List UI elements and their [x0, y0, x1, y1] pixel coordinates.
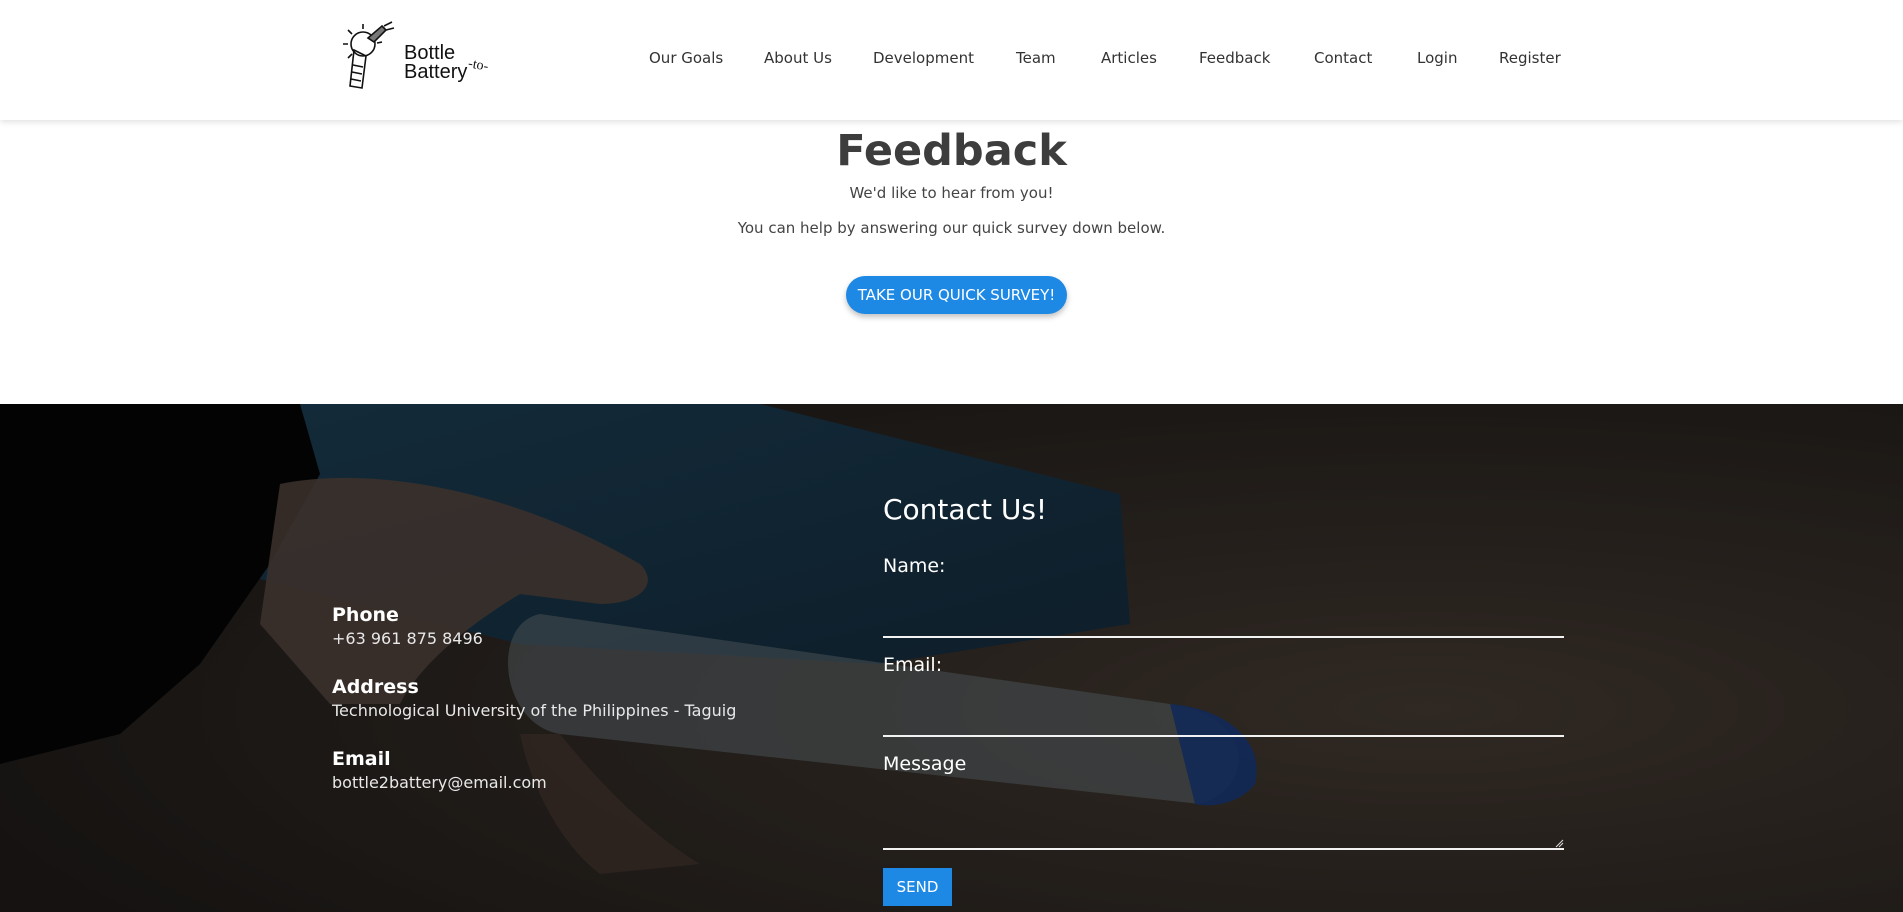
message-textarea[interactable] — [883, 772, 1564, 850]
resize-handle-icon[interactable] — [1554, 838, 1564, 848]
nav-development[interactable]: Development — [873, 49, 974, 67]
send-button[interactable]: SEND — [883, 868, 952, 906]
site-header: Bottle Battery -to- Our Goals About Us D… — [0, 0, 1903, 120]
page-title: Feedback — [836, 126, 1067, 176]
name-input[interactable] — [883, 600, 1564, 638]
name-label: Name: — [883, 555, 946, 577]
feedback-subtitle: We'd like to hear from you! — [849, 184, 1054, 202]
nav-register[interactable]: Register — [1499, 49, 1561, 67]
email-input[interactable] — [883, 699, 1564, 737]
email-info-value: bottle2battery@email.com — [332, 773, 547, 792]
nav-login[interactable]: Login — [1417, 49, 1457, 67]
nav-contact[interactable]: Contact — [1314, 49, 1372, 67]
email-label: Email: — [883, 654, 943, 676]
email-info-label: Email — [332, 748, 391, 770]
phone-value: +63 961 875 8496 — [332, 629, 483, 648]
nav-our-goals[interactable]: Our Goals — [649, 49, 723, 67]
address-label: Address — [332, 676, 419, 698]
contact-footer: Phone +63 961 875 8496 Address Technolog… — [0, 404, 1903, 912]
main-nav: Our Goals About Us Development Team Arti… — [0, 49, 1903, 69]
take-survey-button[interactable]: TAKE OUR QUICK SURVEY! — [846, 276, 1067, 314]
feedback-help-text: You can help by answering our quick surv… — [737, 219, 1166, 237]
address-value: Technological University of the Philippi… — [332, 701, 737, 720]
nav-team[interactable]: Team — [1016, 49, 1056, 67]
nav-feedback[interactable]: Feedback — [1199, 49, 1270, 67]
nav-about-us[interactable]: About Us — [764, 49, 832, 67]
phone-label: Phone — [332, 604, 399, 626]
nav-articles[interactable]: Articles — [1101, 49, 1157, 67]
contact-form-title: Contact Us! — [883, 493, 1048, 526]
